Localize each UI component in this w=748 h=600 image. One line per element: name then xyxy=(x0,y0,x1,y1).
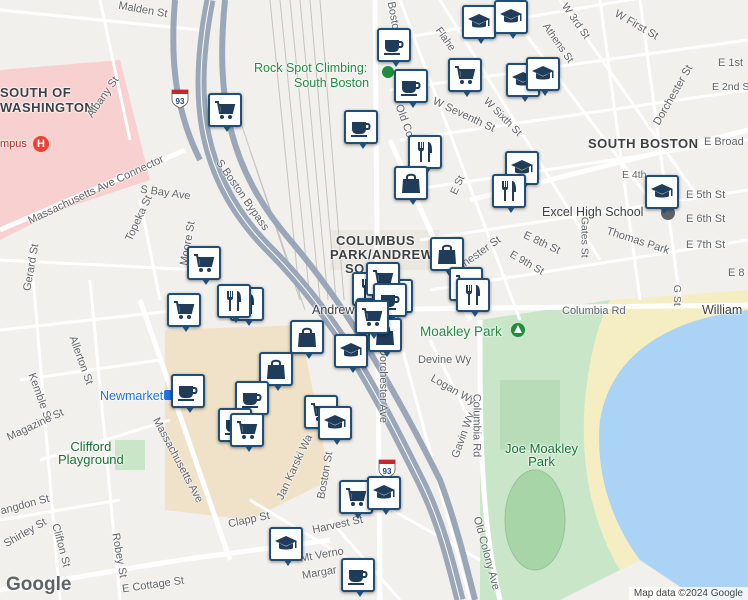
marker-school[interactable] xyxy=(494,0,528,39)
marker-school[interactable] xyxy=(367,476,401,515)
marker-school[interactable] xyxy=(269,527,303,566)
label-rock-spot-2: South Boston xyxy=(294,76,370,90)
ballfield xyxy=(500,380,560,450)
label-e-2nd: E 2nd S xyxy=(712,81,748,93)
marker-school[interactable] xyxy=(645,175,679,214)
graduation-cap-icon xyxy=(499,5,523,29)
coffee-cup-icon xyxy=(176,379,200,403)
label-e-4th: E 4th xyxy=(622,169,647,181)
shopping-cart-icon xyxy=(192,251,216,275)
marker-restaurant[interactable] xyxy=(492,174,526,213)
marker-school[interactable] xyxy=(318,406,352,445)
map-attribution[interactable]: Map data ©2024 Google xyxy=(628,587,748,600)
label-columbia-rd-vertical: Columbia Rd xyxy=(470,393,483,458)
marker-cafe[interactable] xyxy=(171,374,205,413)
i93-shield-north: 93 xyxy=(171,89,189,109)
label-g-st: G St xyxy=(670,284,683,306)
marker-grocery[interactable] xyxy=(208,93,242,132)
label-newmarket: Newmarket xyxy=(100,389,164,403)
label-e-1st: E 1st xyxy=(718,57,744,69)
marker-grocery[interactable] xyxy=(230,413,264,452)
label-washington: WASHINGTON xyxy=(0,100,95,115)
running-track xyxy=(504,469,566,571)
label-dorchester-ave: Dorchester Ave xyxy=(377,347,390,424)
shopping-bag-icon xyxy=(399,171,423,195)
label-columbus: COLUMBUS xyxy=(336,233,416,248)
label-moakley-park: Moakley Park xyxy=(420,324,502,339)
shopping-bag-icon xyxy=(264,357,288,381)
rail-yard xyxy=(239,0,345,311)
label-gates-st: Gates St xyxy=(578,216,591,258)
coffee-cup-icon xyxy=(349,115,373,139)
svg-text:93: 93 xyxy=(176,97,185,106)
shopping-cart-icon xyxy=(172,298,196,322)
shopping-cart-icon xyxy=(213,98,237,122)
fork-knife-icon xyxy=(222,289,246,313)
marker-restaurant[interactable] xyxy=(217,284,251,323)
marker-cafe[interactable] xyxy=(377,28,411,67)
shopping-cart-icon xyxy=(453,63,477,87)
marker-grocery[interactable] xyxy=(448,58,482,97)
label-e-7th-st: E 7th St xyxy=(686,239,726,251)
marker-restaurant[interactable] xyxy=(408,135,442,174)
marker-cafe[interactable] xyxy=(394,69,428,108)
marker-restaurant[interactable] xyxy=(456,278,490,317)
label-excel-high: Excel High School xyxy=(542,205,644,219)
marker-grocery[interactable] xyxy=(187,246,221,285)
marker-school[interactable] xyxy=(334,334,368,373)
marker-school[interactable] xyxy=(526,57,560,96)
shopping-bag-icon xyxy=(295,325,319,349)
label-andrew: Andrew xyxy=(312,303,355,317)
graduation-cap-icon xyxy=(467,10,491,34)
marker-school[interactable] xyxy=(462,5,496,44)
shopping-cart-icon xyxy=(235,418,259,442)
label-park-andrew: PARK/ANDREW xyxy=(330,247,434,262)
marker-shopping[interactable] xyxy=(290,320,324,359)
label-south-boston: SOUTH BOSTON xyxy=(588,136,699,151)
shopping-cart-icon xyxy=(344,485,368,509)
label-e-broad: E Broad xyxy=(704,136,744,148)
marker-shopping[interactable] xyxy=(430,237,464,276)
coffee-cup-icon xyxy=(382,33,406,57)
label-joe-moakley-park: Joe Moakley Park xyxy=(505,441,578,469)
label-columbia-rd: Columbia Rd xyxy=(562,305,626,317)
label-e-8: E 8 xyxy=(728,267,745,279)
label-rock-spot: Rock Spot Climbing: xyxy=(254,61,368,75)
shopping-bag-icon xyxy=(435,242,459,266)
label-william: William xyxy=(702,303,743,317)
coffee-cup-icon xyxy=(346,563,370,587)
map-view[interactable]: 93 93 H Malden St SOUTH OF WASHINGTON Al… xyxy=(0,0,748,600)
hospital-icon: H xyxy=(33,136,49,152)
label-devine-wy: Devine Wy xyxy=(418,354,472,366)
svg-text:93: 93 xyxy=(383,467,392,476)
shopping-cart-icon xyxy=(360,305,384,329)
google-logo: Google xyxy=(6,574,72,595)
marker-grocery[interactable] xyxy=(355,300,389,339)
fork-knife-icon xyxy=(461,283,485,307)
graduation-cap-icon xyxy=(323,411,347,435)
marker-shopping[interactable] xyxy=(394,166,428,205)
coffee-cup-icon xyxy=(240,386,264,410)
fork-knife-icon xyxy=(497,179,521,203)
graduation-cap-icon xyxy=(339,339,363,363)
label-e-6th-st: E 6th St xyxy=(686,213,726,225)
fork-knife-icon xyxy=(413,140,437,164)
graduation-cap-icon xyxy=(274,532,298,556)
graduation-cap-icon xyxy=(531,62,555,86)
graduation-cap-icon xyxy=(372,481,396,505)
label-south-of: SOUTH OF xyxy=(0,85,72,100)
marker-grocery[interactable] xyxy=(167,293,201,332)
label-e-5th-st: E 5th St xyxy=(686,189,726,201)
marker-cafe[interactable] xyxy=(341,558,375,597)
label-campus: mpus xyxy=(0,138,27,150)
graduation-cap-icon xyxy=(650,180,674,204)
label-clifford-playground: Clifford Playground xyxy=(58,439,124,467)
climbing-gym-icon xyxy=(382,66,394,78)
coffee-cup-icon xyxy=(399,74,423,98)
marker-cafe[interactable] xyxy=(344,110,378,149)
